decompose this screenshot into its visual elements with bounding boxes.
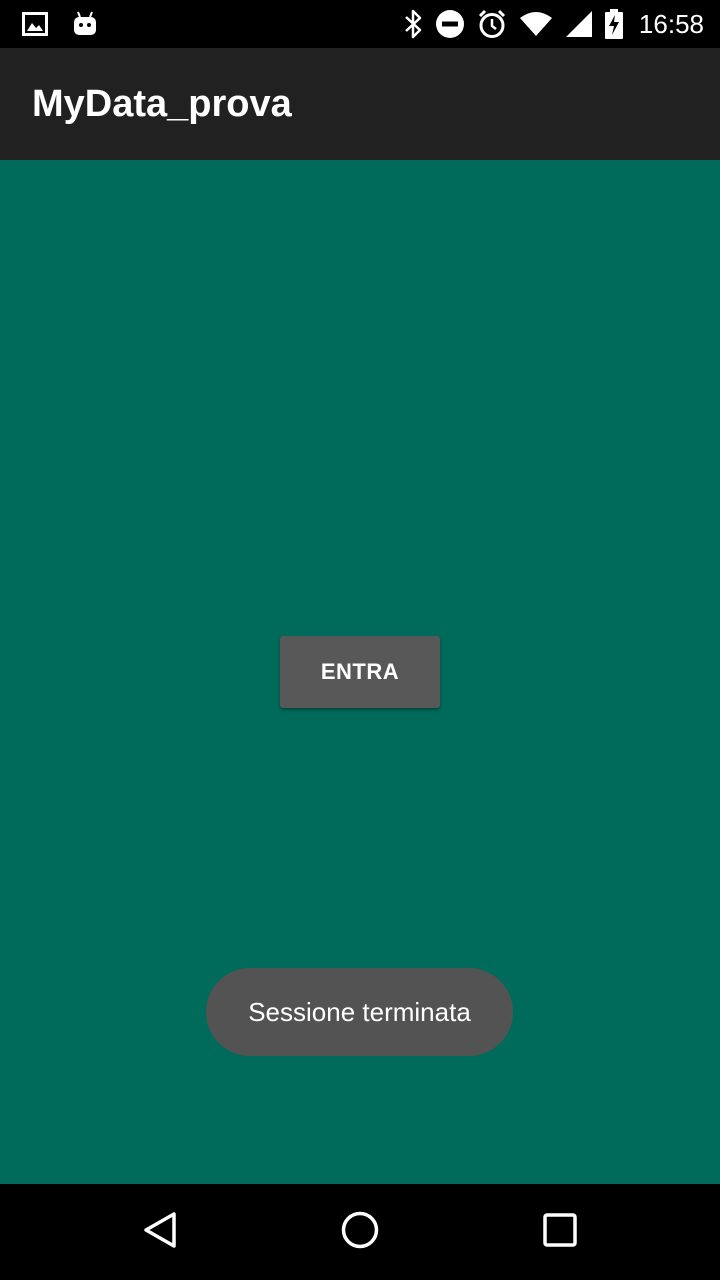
home-button[interactable] <box>300 1184 420 1280</box>
alarm-icon <box>477 9 507 39</box>
nav-bar <box>0 1184 720 1280</box>
bluetooth-icon <box>403 9 423 39</box>
toast-message: Sessione terminata <box>206 968 513 1056</box>
android-icon <box>72 11 98 37</box>
cell-signal-icon <box>565 10 593 38</box>
battery-charging-icon <box>604 9 623 39</box>
home-icon <box>340 1210 380 1255</box>
status-bar: 16:58 <box>0 0 720 48</box>
wifi-icon <box>519 11 553 37</box>
main-content: ENTRA Sessione terminata <box>0 160 720 1184</box>
back-icon <box>140 1210 180 1255</box>
back-button[interactable] <box>100 1184 220 1280</box>
image-icon <box>22 12 48 36</box>
status-left-icons <box>22 0 98 48</box>
do-not-disturb-icon <box>435 9 465 39</box>
recents-icon <box>542 1212 578 1253</box>
enter-button[interactable]: ENTRA <box>280 636 440 708</box>
status-time: 16:58 <box>638 8 704 39</box>
recents-button[interactable] <box>500 1184 620 1280</box>
status-right-icons: 16:58 <box>403 0 704 48</box>
app-bar: MyData_prova <box>0 48 720 160</box>
screen: 16:58 MyData_prova ENTRA Sessione termin… <box>0 0 720 1280</box>
app-title: MyData_prova <box>32 83 292 125</box>
